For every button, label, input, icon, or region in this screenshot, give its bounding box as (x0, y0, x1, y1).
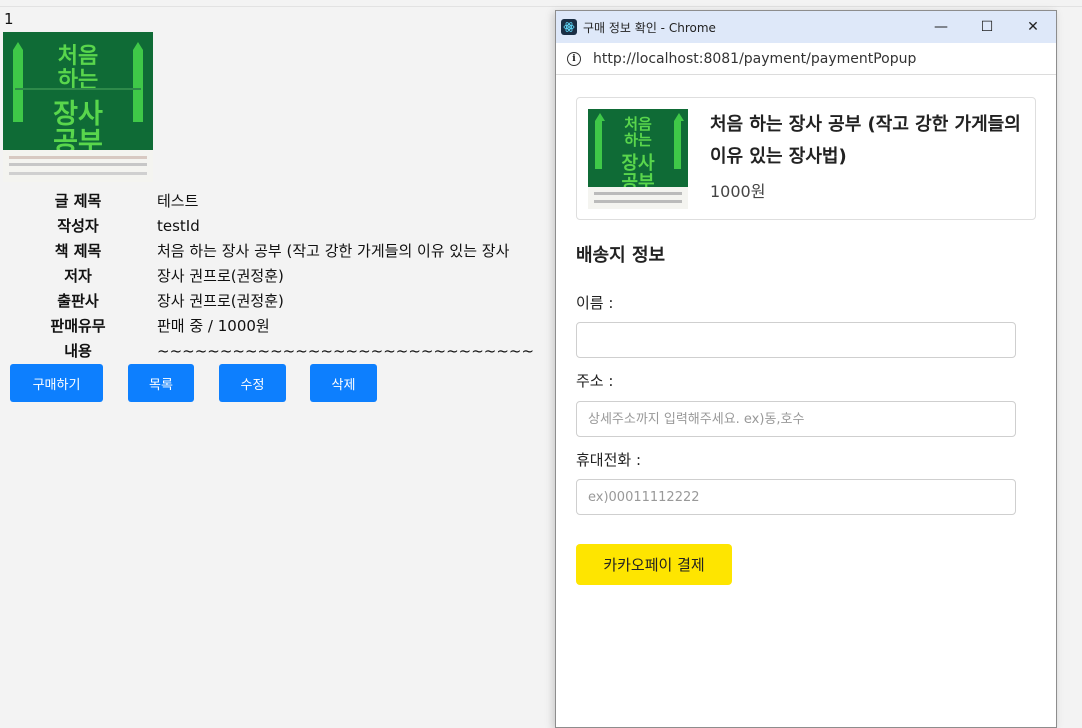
product-title: 처음 하는 장사 공부 (작고 강한 가게들의 이유 있는 장사법) (710, 114, 1021, 167)
detail-value: ~~~~~~~~~~~~~~~~~~~~~~~~~~~~~~ (157, 341, 535, 360)
detail-label: 글 제목 (54, 192, 102, 210)
detail-row: 작성자 testId (8, 213, 534, 238)
window-title: 구매 정보 확인 - Chrome (583, 20, 716, 35)
name-label: 이름 : (576, 294, 614, 312)
detail-row: 책 제목 처음 하는 장사 공부 (작고 강한 가게들의 이유 있는 장사 (8, 238, 534, 263)
react-app-icon (561, 19, 577, 35)
product-card: 처음 하는 장사 공부 처음 하는 장사 공부 (작고 강한 가게들의 이유 있… (576, 97, 1036, 220)
detail-row: 판매유무 판매 중 / 1000원 (8, 313, 534, 338)
phone-label: 휴대전화 : (576, 451, 642, 469)
detail-row: 내용 ~~~~~~~~~~~~~~~~~~~~~~~~~~~~~~ (8, 338, 534, 363)
phone-input[interactable] (576, 479, 1016, 515)
list-button[interactable]: 목록 (128, 364, 194, 402)
address-label: 주소 : (576, 372, 614, 390)
detail-label: 출판사 (57, 292, 99, 310)
page-index: 1 (4, 10, 14, 28)
top-divider (0, 6, 1082, 7)
shipping-section-title: 배송지 정보 (576, 245, 666, 266)
product-price: 1000원 (710, 182, 766, 201)
detail-value: 테스트 (157, 192, 199, 210)
detail-value: 장사 권프로(권정훈) (157, 267, 284, 285)
delete-button[interactable]: 삭제 (310, 364, 377, 402)
payment-popup-window: 구매 정보 확인 - Chrome — ☐ ✕ i http://localho… (555, 10, 1057, 728)
detail-label: 내용 (64, 342, 92, 360)
detail-label: 판매유무 (50, 317, 106, 335)
minimize-icon: — (934, 19, 948, 35)
site-info-icon[interactable]: i (567, 51, 581, 66)
window-titlebar: 구매 정보 확인 - Chrome — ☐ ✕ (556, 11, 1056, 43)
name-input[interactable] (576, 322, 1016, 358)
detail-value: 처음 하는 장사 공부 (작고 강한 가게들의 이유 있는 장사 (157, 242, 510, 260)
page-url: http://localhost:8081/payment/paymentPop… (593, 50, 917, 67)
detail-value: testId (157, 216, 200, 235)
buy-button[interactable]: 구매하기 (10, 364, 103, 402)
detail-value: 판매 중 / 1000원 (157, 317, 270, 335)
detail-label: 저자 (64, 267, 92, 285)
maximize-button[interactable]: ☐ (964, 11, 1010, 43)
detail-row: 저자 장사 권프로(권정훈) (8, 263, 534, 288)
detail-row: 출판사 장사 권프로(권정훈) (8, 288, 534, 313)
product-cover-image: 처음 하는 장사 공부 (588, 109, 688, 209)
post-details-table: 글 제목 테스트작성자 testId 책 제목 처음 하는 장사 공부 (작고 강한 가… (8, 188, 534, 363)
detail-value: 장사 권프로(권정훈) (157, 292, 284, 310)
kakaopay-button[interactable]: 카카오페이 결제 (576, 544, 732, 585)
close-button[interactable]: ✕ (1010, 11, 1056, 43)
detail-row: 글 제목 테스트 (8, 188, 534, 213)
book-cover-image: 처음 하는 장사 공부 (3, 32, 153, 182)
edit-button[interactable]: 수정 (219, 364, 286, 402)
detail-label: 작성자 (57, 217, 99, 235)
address-input[interactable] (576, 401, 1016, 437)
minimize-button[interactable]: — (918, 11, 964, 43)
detail-label: 책 제목 (54, 242, 102, 260)
close-icon: ✕ (1027, 19, 1039, 35)
address-bar[interactable]: i http://localhost:8081/payment/paymentP… (556, 43, 1056, 75)
maximize-icon: ☐ (980, 19, 994, 35)
